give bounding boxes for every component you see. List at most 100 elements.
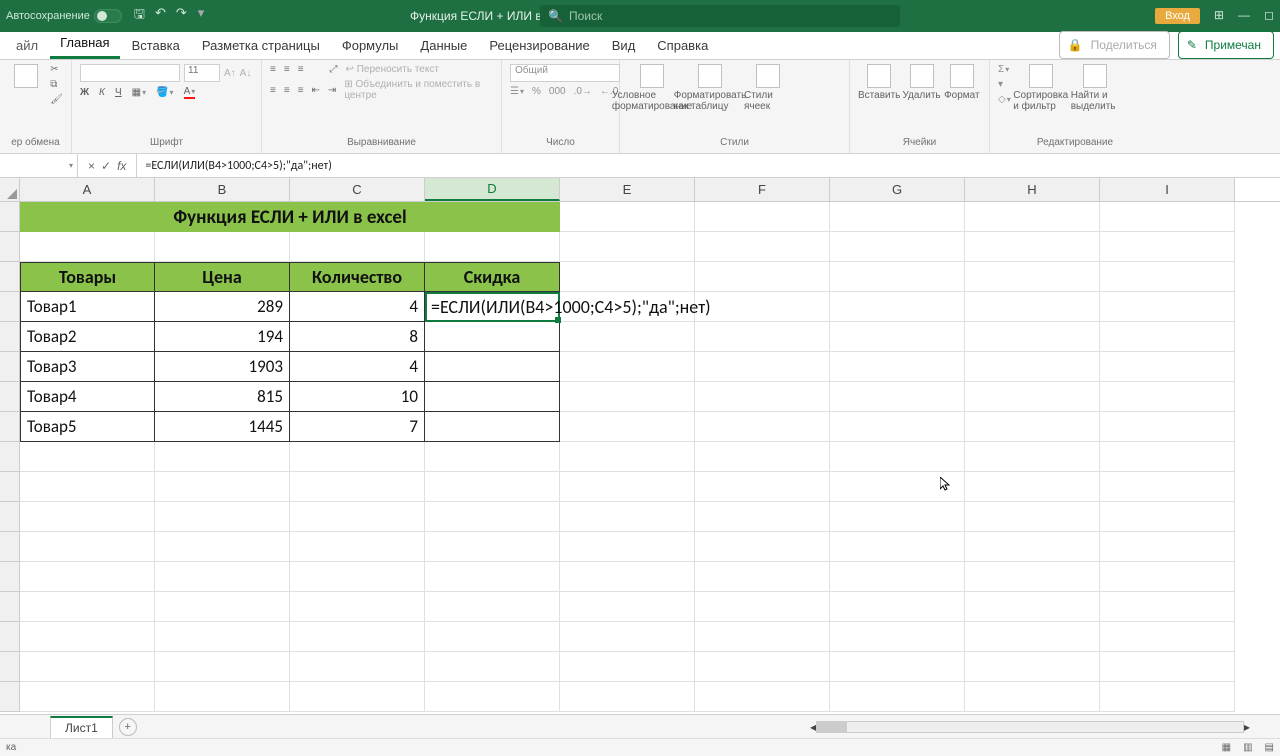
empty-cell[interactable] [1100, 412, 1235, 442]
format-cells-button[interactable]: Формат [943, 64, 981, 101]
empty-cell[interactable] [695, 472, 830, 502]
td-price[interactable]: 289 [155, 292, 290, 322]
share-button[interactable]: 🔒 Поделиться [1059, 31, 1170, 59]
th-qty[interactable]: Количество [290, 262, 425, 292]
empty-cell[interactable] [965, 202, 1100, 232]
empty-cell[interactable] [20, 502, 155, 532]
empty-cell[interactable] [1100, 562, 1235, 592]
empty-cell[interactable] [1100, 652, 1235, 682]
td-qty[interactable]: 4 [290, 292, 425, 322]
empty-cell[interactable] [965, 532, 1100, 562]
row-header[interactable] [0, 652, 20, 682]
col-header-i[interactable]: I [1100, 178, 1235, 201]
row-header[interactable] [0, 352, 20, 382]
empty-cell[interactable] [830, 442, 965, 472]
empty-cell[interactable] [695, 232, 830, 262]
tab-help[interactable]: Справка [647, 33, 718, 59]
empty-cell[interactable] [830, 562, 965, 592]
toggle-off-icon[interactable] [94, 9, 122, 23]
empty-cell[interactable] [155, 232, 290, 262]
td-discount[interactable] [425, 412, 560, 442]
empty-cell[interactable] [830, 682, 965, 712]
empty-cell[interactable] [965, 412, 1100, 442]
empty-cell[interactable] [290, 532, 425, 562]
indent-inc-icon[interactable]: ⇥ [328, 85, 336, 96]
tab-insert[interactable]: Вставка [122, 33, 190, 59]
comma-icon[interactable]: 000 [549, 86, 566, 97]
td-price[interactable]: 815 [155, 382, 290, 412]
search-box[interactable]: 🔍 Поиск [540, 5, 900, 27]
currency-icon[interactable]: ☰▾ [510, 86, 524, 97]
fx-icon[interactable]: fx [117, 159, 126, 173]
row-header[interactable] [0, 322, 20, 352]
row-header[interactable] [0, 502, 20, 532]
empty-cell[interactable] [1100, 592, 1235, 622]
empty-cell[interactable] [830, 262, 965, 292]
empty-cell[interactable] [560, 652, 695, 682]
cells-area[interactable]: Функция ЕСЛИ + ИЛИ в excel Товары Цена К… [20, 202, 1280, 714]
td-qty[interactable]: 10 [290, 382, 425, 412]
col-header-e[interactable]: E [560, 178, 695, 201]
empty-cell[interactable] [965, 262, 1100, 292]
empty-cell[interactable] [155, 592, 290, 622]
align-top-icon[interactable]: ≡ [270, 64, 276, 75]
empty-cell[interactable] [560, 202, 695, 232]
empty-cell[interactable] [425, 652, 560, 682]
decrease-font-icon[interactable]: A↓ [240, 68, 252, 79]
find-select-button[interactable]: Найти и выделить [1071, 64, 1119, 112]
empty-cell[interactable] [830, 592, 965, 622]
empty-cell[interactable] [965, 622, 1100, 652]
empty-cell[interactable] [560, 562, 695, 592]
maximize-icon[interactable]: ◻ [1264, 8, 1274, 24]
row-header[interactable] [0, 622, 20, 652]
empty-cell[interactable] [965, 442, 1100, 472]
font-select[interactable] [80, 64, 180, 82]
view-page-icon[interactable]: ▥ [1243, 742, 1252, 753]
horizontal-scrollbar[interactable]: ◂ ▸ [810, 720, 1250, 734]
empty-cell[interactable] [695, 622, 830, 652]
empty-cell[interactable] [560, 592, 695, 622]
tab-view[interactable]: Вид [602, 33, 646, 59]
sheet-tab[interactable]: Лист1 [50, 716, 113, 738]
empty-cell[interactable] [695, 502, 830, 532]
empty-cell[interactable] [695, 322, 830, 352]
empty-cell[interactable] [830, 412, 965, 442]
spreadsheet-grid[interactable]: A B C D E F G H I Функция ЕСЛИ + ИЛИ в e… [0, 178, 1280, 714]
cancel-icon[interactable]: × [88, 159, 95, 173]
empty-cell[interactable] [560, 352, 695, 382]
align-right-icon[interactable]: ≡ [298, 85, 304, 96]
empty-cell[interactable] [1100, 502, 1235, 532]
row-header[interactable] [0, 292, 20, 322]
align-mid-icon[interactable]: ≡ [284, 64, 290, 75]
empty-cell[interactable] [695, 652, 830, 682]
empty-cell[interactable] [965, 292, 1100, 322]
scroll-right-icon[interactable]: ▸ [1244, 720, 1250, 734]
formula-input[interactable]: =ЕСЛИ(ИЛИ(B4>1000;C4>5);"да";нет) [137, 159, 1280, 173]
empty-cell[interactable] [290, 652, 425, 682]
th-products[interactable]: Товары [20, 262, 155, 292]
empty-cell[interactable] [1100, 292, 1235, 322]
empty-cell[interactable] [290, 592, 425, 622]
row-header[interactable] [0, 262, 20, 292]
empty-cell[interactable] [560, 472, 695, 502]
sort-filter-button[interactable]: Сортировка и фильтр [1017, 64, 1065, 112]
tab-data[interactable]: Данные [410, 33, 477, 59]
empty-cell[interactable] [425, 592, 560, 622]
empty-cell[interactable] [830, 202, 965, 232]
select-all-button[interactable] [0, 178, 20, 201]
empty-cell[interactable] [695, 592, 830, 622]
empty-cell[interactable] [1100, 622, 1235, 652]
empty-cell[interactable] [20, 592, 155, 622]
empty-cell[interactable] [20, 562, 155, 592]
indent-dec-icon[interactable]: ⇤ [312, 85, 320, 96]
empty-cell[interactable] [1100, 472, 1235, 502]
empty-cell[interactable] [155, 562, 290, 592]
row-header[interactable] [0, 202, 20, 232]
border-icon[interactable]: ▦▾ [132, 87, 146, 98]
font-color-icon[interactable]: A▾ [184, 86, 196, 99]
empty-cell[interactable] [560, 262, 695, 292]
tab-pagelayout[interactable]: Разметка страницы [192, 33, 330, 59]
empty-cell[interactable] [695, 532, 830, 562]
empty-cell[interactable] [425, 562, 560, 592]
col-header-g[interactable]: G [830, 178, 965, 201]
